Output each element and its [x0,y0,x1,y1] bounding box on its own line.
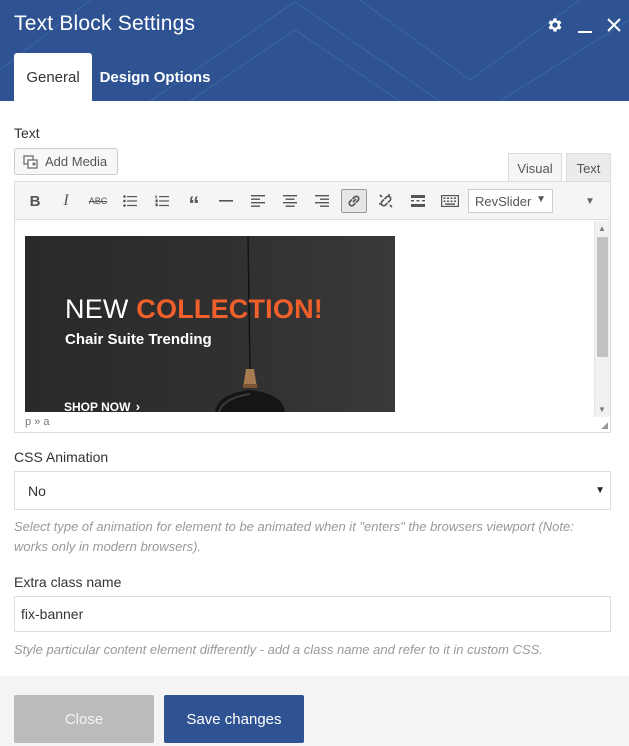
align-center-icon[interactable] [277,189,303,213]
scroll-thumb[interactable] [597,237,608,357]
css-animation-help: Select type of animation for element to … [14,519,574,554]
horizontal-line-icon[interactable] [213,189,239,213]
tab-text[interactable]: Text [566,153,611,182]
remove-link-icon[interactable] [373,189,399,213]
save-changes-button[interactable]: Save changes [164,695,304,743]
element-path: p » a [25,416,50,428]
editor-scrollbar[interactable]: ▲ ▼ [594,221,610,417]
bulleted-list-icon[interactable] [117,189,143,213]
revslider-select[interactable]: RevSlider ▼ [468,189,553,213]
css-animation-label: CSS Animation [14,449,109,465]
chevron-down-icon: ▼ [595,485,605,496]
gear-icon[interactable] [544,14,566,36]
editor-toolbar: B I ABC “ RevSlider ▼ ▼ [15,182,610,220]
banner-headline: NEW COLLECTION! [65,294,323,325]
banner-subtitle: Chair Suite Trending [65,331,212,348]
expand-toolbar-icon[interactable]: ▼ [580,189,600,213]
tab-design-options[interactable]: Design Options [92,53,218,101]
align-left-icon[interactable] [245,189,271,213]
read-more-icon[interactable] [405,189,431,213]
resize-handle-icon[interactable]: ◢ [601,420,608,431]
chevron-down-icon: ▼ [536,194,546,205]
extra-class-input[interactable] [14,596,611,632]
editor-content[interactable]: NEW COLLECTION! Chair Suite Trending SHO… [15,221,594,417]
tab-visual[interactable]: Visual [508,153,562,182]
align-right-icon[interactable] [309,189,335,213]
extra-class-label: Extra class name [14,574,122,590]
close-button[interactable]: Close [14,695,154,743]
shop-now-link[interactable]: SHOP NOW › [64,399,140,412]
add-media-button[interactable]: Add Media [14,148,118,175]
shop-now-label: SHOP NOW [64,400,131,412]
minimize-icon[interactable] [574,14,596,36]
css-animation-value: No [28,482,46,499]
modal-title: Text Block Settings [14,12,196,35]
media-icon [23,154,38,169]
rich-text-editor[interactable]: B I ABC “ RevSlider ▼ ▼ NEW COLLECTION! … [14,181,611,433]
extra-class-help: Style particular content element differe… [14,642,543,657]
bold-icon[interactable]: B [22,189,48,213]
modal-footer: Close Save changes [0,676,629,746]
scroll-up-icon[interactable]: ▲ [598,224,606,233]
numbered-list-icon[interactable] [149,189,175,213]
strikethrough-icon[interactable]: ABC [85,189,111,213]
italic-icon[interactable]: I [53,189,79,213]
modal-header: Text Block Settings General Design Optio… [0,0,629,101]
scroll-down-icon[interactable]: ▼ [598,405,606,414]
banner-image[interactable]: NEW COLLECTION! Chair Suite Trending SHO… [25,236,395,412]
close-icon[interactable] [603,14,625,36]
banner-headline-accent: COLLECTION! [136,294,323,324]
add-media-label: Add Media [45,154,108,169]
revslider-label: RevSlider [475,193,532,209]
banner-headline-plain: NEW [65,294,137,324]
blockquote-icon[interactable]: “ [181,189,207,216]
chevron-right-icon: › [135,399,141,412]
css-animation-select[interactable]: No ▼ [14,471,611,510]
toolbar-toggle-icon[interactable] [437,189,463,213]
text-label: Text [14,125,40,141]
insert-link-icon[interactable] [341,189,367,213]
tab-general[interactable]: General [14,53,92,101]
